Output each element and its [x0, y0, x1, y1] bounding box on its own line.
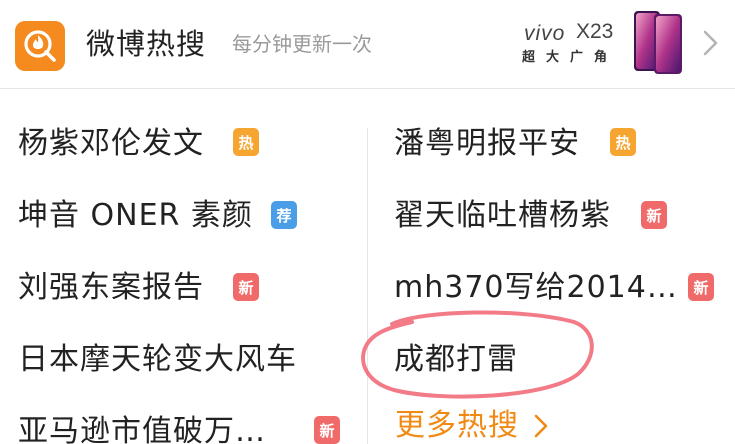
new-badge: 新: [688, 273, 714, 301]
hot-search-item[interactable]: 坤音 ONER 素颜: [18, 186, 253, 246]
chevron-right-icon: [534, 414, 548, 438]
ad-brand: vivo: [524, 22, 566, 45]
hot-search-topic: mh370写给2014…: [394, 270, 678, 305]
chevron-right-icon[interactable]: [700, 28, 722, 58]
more-hot-search-label: 更多热搜: [395, 408, 519, 443]
hot-search-topic: 翟天临吐槽杨紫: [394, 198, 611, 233]
hot-search-item[interactable]: 亚马逊市值破万…: [18, 402, 266, 444]
new-badge: 新: [233, 273, 259, 301]
hot-badge: 热: [233, 128, 259, 156]
hot-badge: 热: [610, 128, 636, 156]
vivo-ad-banner[interactable]: vivo X23 超大广角: [518, 10, 688, 76]
hot-search-topic: 刘强东案报告: [18, 270, 204, 305]
hot-search-topic: 坤音 ONER 素颜: [18, 198, 253, 233]
hot-search-item[interactable]: 成都打雷: [394, 330, 518, 390]
header: 微博热搜 每分钟更新一次 vivo X23 超大广角: [0, 0, 735, 89]
ad-model: X23: [576, 20, 614, 43]
hot-search-topic: 成都打雷: [394, 342, 518, 377]
hot-search-item[interactable]: 翟天临吐槽杨紫: [394, 186, 611, 246]
weibo-hot-search-panel: 微博热搜 每分钟更新一次 vivo X23 超大广角 杨紫邓伦发文 热 坤音 O…: [0, 0, 735, 444]
column-divider: [367, 128, 368, 444]
hot-search-topic: 日本摩天轮变大风车: [18, 342, 297, 377]
new-badge: 新: [641, 201, 667, 229]
recommended-badge: 荐: [271, 201, 297, 229]
hot-search-item[interactable]: mh370写给2014…: [394, 258, 678, 318]
hot-search-item[interactable]: 杨紫邓伦发文: [18, 114, 204, 174]
new-badge: 新: [314, 416, 340, 444]
hot-search-topic: 亚马逊市值破万…: [18, 414, 266, 444]
phone-image-icon: [634, 11, 682, 74]
hot-search-topic: 潘粤明报平安: [394, 126, 580, 161]
ad-tagline: 超大广角: [522, 50, 619, 65]
page-title: 微博热搜: [86, 27, 207, 61]
hot-search-topic: 杨紫邓伦发文: [18, 126, 204, 161]
hot-search-item[interactable]: 日本摩天轮变大风车: [18, 330, 297, 390]
weibo-search-flame-icon[interactable]: [15, 21, 65, 71]
hot-search-item[interactable]: 潘粤明报平安: [394, 114, 580, 174]
more-hot-search-link[interactable]: 更多热搜: [395, 404, 549, 444]
hot-search-item[interactable]: 刘强东案报告: [18, 258, 204, 318]
update-frequency-text: 每分钟更新一次: [232, 32, 372, 56]
